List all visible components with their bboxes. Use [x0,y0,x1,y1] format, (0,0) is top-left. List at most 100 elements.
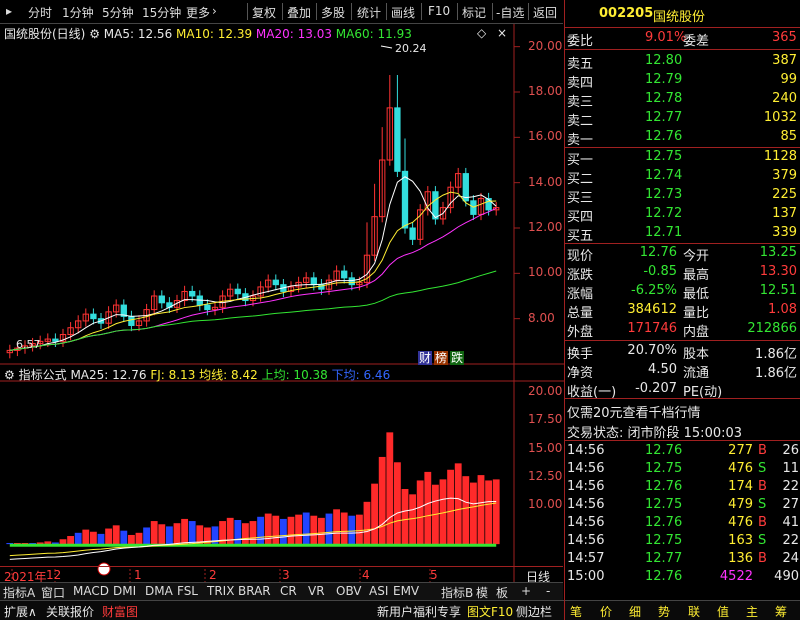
indicator-tab[interactable]: OBV [336,584,362,598]
stock-header: 002205 国统股份 [565,5,800,25]
btn-back[interactable]: 返回 [533,4,557,21]
indicator-bar [378,456,386,545]
indicator-tab[interactable]: DMI [113,584,136,598]
ask-row[interactable]: 卖四 12.79 99 [565,71,800,91]
badge-cai[interactable]: 财 [418,351,433,365]
tick-row[interactable]: 15:00 12.76 4522 490 [565,568,800,587]
tab-fenshi[interactable]: 分时 [28,4,52,21]
new-user-promo[interactable]: 新用户福利专享 [377,603,461,620]
tick-price: 12.77 [645,551,683,566]
indicator-bar [143,527,151,545]
indicator-tab[interactable]: 指标B [441,584,473,601]
indicator-bar [310,515,318,545]
indicator-bar [439,479,447,545]
indicator-bar [112,525,120,545]
tick-row[interactable]: 14:56 12.76 174 B 22 [565,478,800,497]
ask-row[interactable]: 卖五 12.80 387 [565,52,800,72]
settings-icon[interactable]: ⚙ [4,368,15,382]
btn-zixuan[interactable]: -自选 [496,4,524,21]
candle-body [128,315,135,326]
indicator-tab[interactable]: - [546,584,550,598]
ask-row[interactable]: 卖二 12.77 1032 [565,109,800,129]
indicator-tab[interactable]: 窗口 [41,584,65,601]
btn-diejia[interactable]: 叠加 [287,4,311,21]
tick-row[interactable]: 14:57 12.77 136 B 24 [565,550,800,569]
indicator-tab[interactable]: 指标A [3,584,35,601]
ask-volume: 1032 [763,110,797,125]
tick-side: S [758,533,767,548]
stat-row[interactable]: 总量 384612 量比 1.08 [565,301,800,321]
badge-bang[interactable]: 榜 [434,351,449,365]
indicator-tab[interactable]: BRAR [238,584,271,598]
tick-row[interactable]: 14:56 12.75 163 S 22 [565,532,800,551]
ask-label: 卖一 [567,133,594,148]
promo-row[interactable]: 仅需20元查看千档行情 [565,401,800,421]
bid-row[interactable]: 买五 12.71 339 [565,224,800,244]
bid-row[interactable]: 买一 12.75 1128 [565,148,800,168]
indicator-tab[interactable]: DMA [145,584,173,598]
stat-row[interactable]: 现价 12.76 今开 13.25 [565,244,800,264]
indicator-tab[interactable]: ASI [369,584,388,598]
tick-volume: 136 [728,551,753,566]
badge-die[interactable]: 跌 [450,351,465,365]
y-tick-label: 18.00 [528,84,563,98]
more-arrow-icon[interactable]: › [212,4,217,18]
bid-row[interactable]: 买二 12.74 379 [565,167,800,187]
tick-volume: 476 [728,461,753,476]
indicator-tab[interactable]: 模 [476,584,488,601]
tick-count: 41 [782,515,799,530]
candle-body [310,277,317,286]
stat-value: 12.51 [759,283,797,298]
btn-f10[interactable]: F10 [428,4,450,18]
indicator-tab[interactable]: + [521,584,531,598]
bid-row[interactable]: 买四 12.72 137 [565,205,800,225]
indicator-tab[interactable]: VR [308,584,325,598]
tick-count: 24 [782,551,799,566]
related-quote-button[interactable]: 关联报价 [46,603,94,620]
tick-time: 15:00 [567,569,605,584]
stat2-row[interactable]: 净资 4.50 流通 1.86亿 [565,361,800,381]
indicator-tab[interactable]: MACD [73,584,109,598]
stat-row[interactable]: 外盘 171746 内盘 212866 [565,320,800,340]
indicator-tab[interactable]: EMV [393,584,419,598]
collapse-icon[interactable]: ▸ [6,4,12,18]
stat-label: 流通 [683,366,710,381]
btn-tongji[interactable]: 统计 [357,4,381,21]
btn-fuquan[interactable]: 复权 [252,4,276,21]
f10-graphic-button[interactable]: 图文F10 [467,603,513,620]
candle-body [52,338,59,342]
tick-row[interactable]: 14:56 12.76 277 B 26 [565,442,800,461]
indicator-tab[interactable]: TRIX [207,584,234,598]
tick-row[interactable]: 14:56 12.75 476 S 11 [565,460,800,479]
stat-row[interactable]: 涨幅 -6.25% 最低 12.51 [565,282,800,302]
btn-biaoji[interactable]: 标记 [462,4,486,21]
stat-value: -6.25% [631,283,677,298]
ask-row[interactable]: 卖一 12.76 85 [565,128,800,148]
indicator-bar [44,541,52,545]
tab-5min[interactable]: 5分钟 [102,4,134,21]
btn-duogu[interactable]: 多股 [321,4,345,21]
sidebar-button[interactable]: 侧边栏 [516,603,552,620]
stat-label: 股本 [683,347,710,362]
expand-button[interactable]: 扩展∧ [4,603,37,620]
btn-huaxian[interactable]: 画线 [391,4,415,21]
tab-1min[interactable]: 1分钟 [62,4,94,21]
wealth-map-button[interactable]: 财富图 [102,603,138,620]
indicator-tab[interactable]: 板 [496,584,508,601]
ask-row[interactable]: 卖三 12.78 240 [565,90,800,110]
indicator-tab[interactable]: FSL [177,584,198,598]
bid-row[interactable]: 买三 12.73 225 [565,186,800,206]
stat2-row[interactable]: 换手 20.70% 股本 1.86亿 [565,342,800,362]
stat-label: 今开 [683,249,710,264]
tab-15min[interactable]: 15分钟 [142,4,181,21]
stat-value: 1.86亿 [755,366,797,381]
tick-row[interactable]: 14:56 12.75 479 S 27 [565,496,800,515]
tick-row[interactable]: 14:56 12.76 476 B 41 [565,514,800,533]
tick-side: S [758,497,767,512]
stat-row[interactable]: 涨跌 -0.85 最高 13.30 [565,263,800,283]
stat2-row[interactable]: 收益(一) -0.207 PE(动) [565,380,800,400]
indicator-tab[interactable]: CR [280,584,297,598]
stat-value: 171746 [627,321,677,336]
tab-more[interactable]: 更多 [186,4,210,21]
weibi-row: 委比 9.01% 委差 365 [567,30,797,49]
